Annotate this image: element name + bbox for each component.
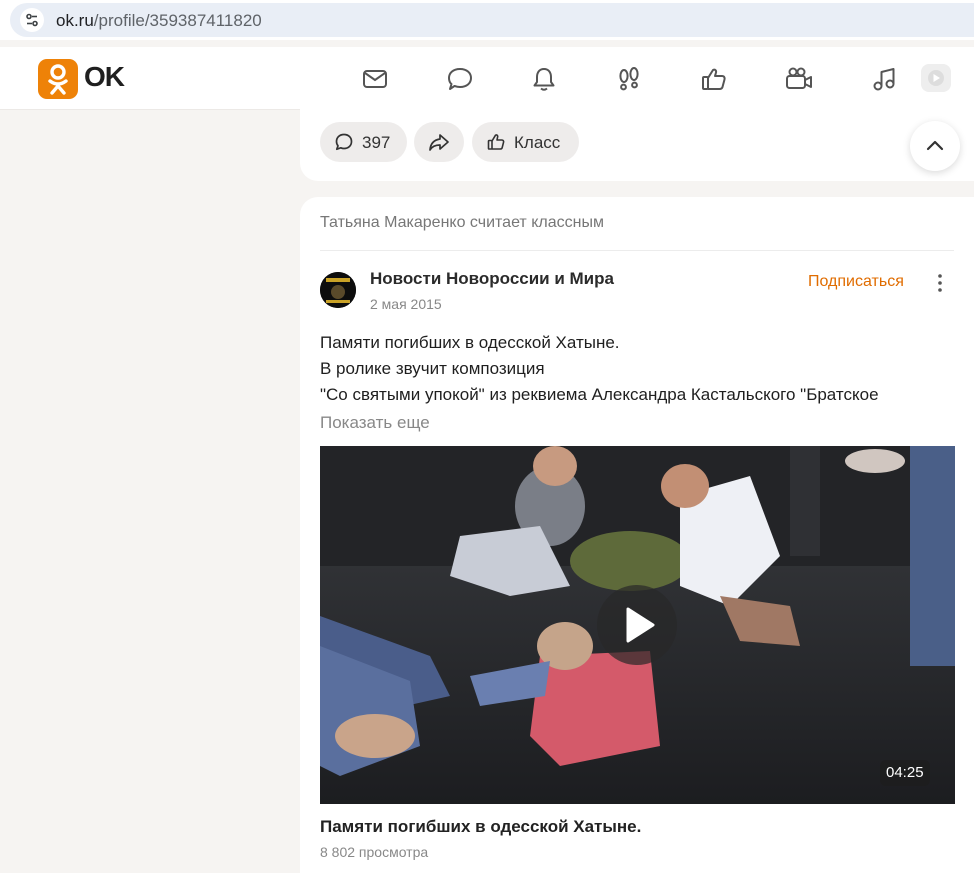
class-label: Класс xyxy=(514,133,561,152)
video-views: 8 802 просмотра xyxy=(320,844,429,860)
post-text-line: В ролике звучит композиция xyxy=(320,359,545,378)
video-player[interactable]: 04:25 xyxy=(320,446,955,804)
post-text-line: Памяти погибших в одесской Хатыне. xyxy=(320,333,620,352)
author-name[interactable]: Новости Новороссии и Мира xyxy=(370,269,614,289)
chevron-up-icon xyxy=(926,140,944,151)
chat-icon[interactable] xyxy=(444,63,476,95)
video-duration: 04:25 xyxy=(880,760,930,786)
url-field[interactable]: ok.ru/profile/359387411820 xyxy=(10,3,974,37)
video-play-icon[interactable] xyxy=(921,64,951,92)
post-date[interactable]: 2 мая 2015 xyxy=(370,296,442,312)
play-button[interactable] xyxy=(597,585,677,665)
share-icon xyxy=(429,134,449,151)
play-icon xyxy=(626,607,655,643)
post-text-line: "Со святыми упокой" из реквиема Александ… xyxy=(320,385,879,404)
previous-post-actions: 397 Класс xyxy=(300,109,974,181)
feed-post: Татьяна Макаренко считает классным Новос… xyxy=(300,197,974,873)
comment-icon xyxy=(335,133,353,151)
subscribe-button[interactable]: Подписаться xyxy=(808,273,904,291)
bell-icon[interactable] xyxy=(528,63,560,95)
more-options-icon[interactable] xyxy=(934,273,946,293)
author-avatar[interactable] xyxy=(320,272,356,308)
footprints-icon[interactable] xyxy=(613,63,645,95)
class-button[interactable]: Класс xyxy=(472,122,579,162)
music-icon[interactable] xyxy=(868,63,900,95)
share-button[interactable] xyxy=(414,122,464,162)
url-host: ok.ru xyxy=(56,11,94,30)
comments-count: 397 xyxy=(362,133,391,152)
mail-icon[interactable] xyxy=(359,63,391,95)
site-settings-icon[interactable] xyxy=(20,8,44,32)
url-path: /profile/359387411820 xyxy=(93,11,262,30)
thumbs-up-icon[interactable] xyxy=(698,63,730,95)
divider xyxy=(320,250,954,251)
browser-address-bar: ok.ru/profile/359387411820 xyxy=(0,0,974,40)
class-thumb-icon xyxy=(487,134,505,150)
video-camera-icon[interactable] xyxy=(783,63,815,95)
url-text[interactable]: ok.ru/profile/359387411820 xyxy=(56,11,262,31)
liked-by-text[interactable]: Татьяна Макаренко считает классным xyxy=(320,214,604,232)
comments-button[interactable]: 397 xyxy=(320,122,407,162)
scroll-up-button[interactable] xyxy=(910,121,960,171)
site-header: OK xyxy=(0,47,974,110)
ok-logo-icon[interactable] xyxy=(38,59,78,99)
show-more-link[interactable]: Показать еще xyxy=(320,413,430,433)
video-title[interactable]: Памяти погибших в одесской Хатыне. xyxy=(320,817,641,837)
ok-logo-text[interactable]: OK xyxy=(84,61,125,93)
